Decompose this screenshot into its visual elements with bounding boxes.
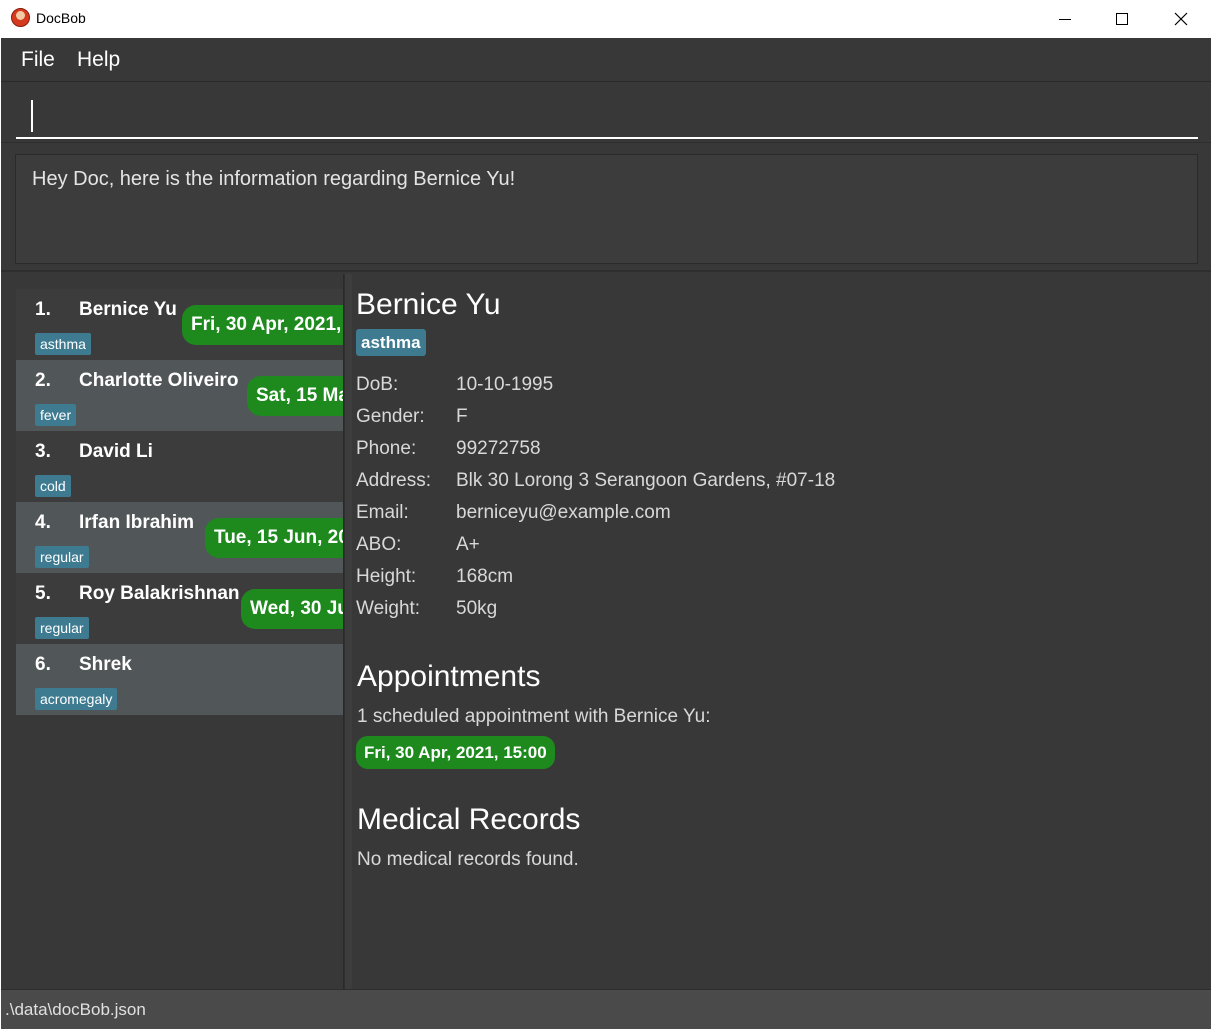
appointment-badge: Wed, 30 Ju <box>241 589 343 629</box>
title-bar: DocBob <box>0 0 1212 38</box>
field-label-height: Height: <box>356 566 417 587</box>
medical-records-heading: Medical Records <box>357 803 581 836</box>
field-value-email: berniceyu@example.com <box>456 502 671 523</box>
result-message: Hey Doc, here is the information regardi… <box>32 168 516 190</box>
result-display[interactable]: Hey Doc, here is the information regardi… <box>15 154 1198 264</box>
data-file-path: .\data\docBob.json <box>5 1000 146 1019</box>
command-input[interactable] <box>16 91 1198 139</box>
field-label-abo: ABO: <box>356 534 402 555</box>
patient-index: 4. <box>35 512 51 533</box>
minimize-button[interactable] <box>1036 0 1094 38</box>
patient-index: 2. <box>35 370 51 391</box>
text-caret <box>31 100 33 132</box>
patient-list[interactable]: 1. Bernice Yu asthma Fri, 30 Apr, 2021, … <box>1 274 344 989</box>
patient-card[interactable]: 4. Irfan Ibrahim regular Tue, 15 Jun, 20 <box>16 502 343 573</box>
detail-tag: asthma <box>356 329 426 356</box>
app-logo-icon <box>11 8 30 27</box>
field-value-abo: A+ <box>456 534 480 555</box>
status-bar: .\data\docBob.json <box>1 989 1211 1029</box>
patient-name: Shrek <box>79 654 132 675</box>
medical-records-text: No medical records found. <box>357 849 579 870</box>
patient-name: Roy Balakrishnan <box>79 583 240 604</box>
field-label-address: Address: <box>356 470 431 491</box>
detail-patient-name: Bernice Yu <box>356 288 501 321</box>
patient-tag: acromegaly <box>35 688 118 710</box>
appointment-badge: Sat, 15 May <box>247 376 343 416</box>
patient-card[interactable]: 6. Shrek acromegaly <box>16 644 343 715</box>
menu-help[interactable]: Help <box>77 48 120 72</box>
patient-card[interactable]: 2. Charlotte Oliveiro fever Sat, 15 May <box>16 360 343 431</box>
patient-detail-panel: Bernice Yu asthma DoB: 10-10-1995 Gender… <box>353 274 1211 989</box>
window-title: DocBob <box>36 10 86 26</box>
patient-index: 5. <box>35 583 51 604</box>
patient-index: 6. <box>35 654 51 675</box>
patient-index: 3. <box>35 441 51 462</box>
close-button[interactable] <box>1152 0 1210 38</box>
field-label-weight: Weight: <box>356 598 421 619</box>
field-value-dob: 10-10-1995 <box>456 374 554 395</box>
maximize-button[interactable] <box>1094 0 1152 38</box>
patient-card[interactable]: 3. David Li cold <box>16 431 343 502</box>
appointment-badge: Tue, 15 Jun, 20 <box>205 518 343 558</box>
menu-file[interactable]: File <box>21 48 55 72</box>
field-value-weight: 50kg <box>456 598 498 619</box>
field-value-address: Blk 30 Lorong 3 Serangoon Gardens, #07-1… <box>456 470 836 491</box>
appointment-badge: Fri, 30 Apr, 2021, 15:00 <box>182 305 343 345</box>
patient-tag: regular <box>35 617 89 639</box>
patient-card[interactable]: 5. Roy Balakrishnan regular Wed, 30 Ju <box>16 573 343 644</box>
field-label-gender: Gender: <box>356 406 425 427</box>
patient-tag: fever <box>35 404 77 426</box>
field-label-email: Email: <box>356 502 409 523</box>
patient-name: David Li <box>79 441 153 462</box>
split-pane-divider[interactable] <box>344 274 352 989</box>
close-icon <box>1174 12 1188 26</box>
appointments-summary: 1 scheduled appointment with Bernice Yu: <box>357 706 711 727</box>
field-label-dob: DoB: <box>356 374 399 395</box>
command-box <box>1 83 1211 143</box>
appointments-heading: Appointments <box>357 660 541 693</box>
result-display-area: Hey Doc, here is the information regardi… <box>1 144 1211 272</box>
patient-name: Charlotte Oliveiro <box>79 370 239 391</box>
detail-appointment-badge: Fri, 30 Apr, 2021, 15:00 <box>356 736 555 769</box>
minimize-icon <box>1059 19 1071 20</box>
patient-name: Bernice Yu <box>79 299 177 320</box>
patient-card[interactable]: 1. Bernice Yu asthma Fri, 30 Apr, 2021, … <box>16 289 343 360</box>
field-label-phone: Phone: <box>356 438 417 459</box>
maximize-icon <box>1116 13 1128 25</box>
patient-tag: cold <box>35 475 71 497</box>
menu-bar: File Help <box>1 38 1211 82</box>
app-window: File Help Hey Doc, here is the informati… <box>1 38 1211 1029</box>
field-value-height: 168cm <box>456 566 514 587</box>
field-value-phone: 99272758 <box>456 438 541 459</box>
patient-index: 1. <box>35 299 51 320</box>
patient-tag: regular <box>35 546 89 568</box>
field-value-gender: F <box>456 406 468 427</box>
patient-tag: asthma <box>35 333 91 355</box>
patient-name: Irfan Ibrahim <box>79 512 195 533</box>
